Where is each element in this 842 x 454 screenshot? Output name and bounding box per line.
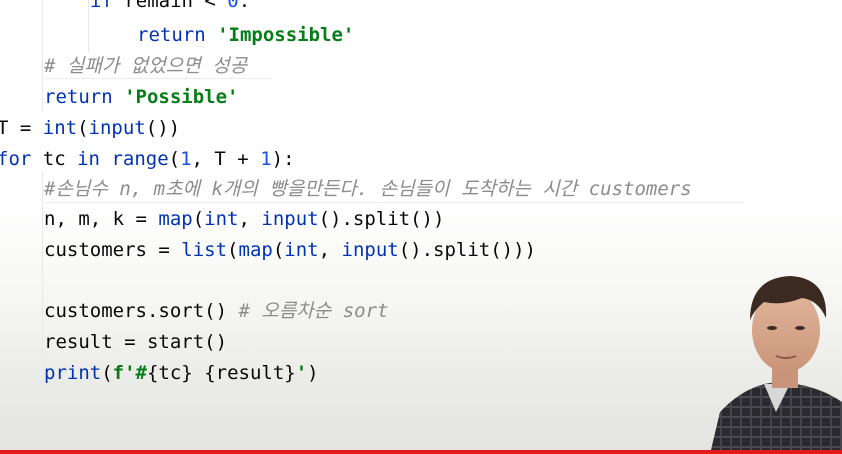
code-token: ().split())): [398, 239, 536, 261]
code-token: ()): [145, 117, 181, 139]
code-token: T =: [0, 117, 43, 139]
code-token: input: [88, 117, 146, 139]
code-line[interactable]: print(f'#{tc} {result}'): [44, 358, 319, 388]
code-token: if: [90, 0, 113, 12]
code-line[interactable]: T = int(input()): [0, 113, 180, 143]
code-line[interactable]: # 실패가 없었으면 성공: [44, 51, 247, 81]
code-token: return: [44, 86, 113, 108]
code-token: input: [261, 208, 319, 230]
code-token: ):: [271, 148, 295, 170]
code-token: (: [101, 362, 113, 384]
video-progress-bar[interactable]: [0, 450, 842, 454]
code-token: result = start(): [44, 331, 228, 353]
code-token: 1: [260, 148, 272, 170]
code-token: for: [0, 148, 32, 170]
code-token: {tc}: [146, 362, 193, 384]
code-token: # 오름차순 sort: [227, 300, 389, 322]
code-token: remain <: [112, 0, 228, 12]
code-token: customers.sort(): [44, 300, 228, 322]
code-token: print: [44, 362, 102, 384]
indent-guide: [42, 172, 43, 392]
code-token: range: [111, 148, 169, 170]
code-token: ,: [238, 208, 262, 230]
code-token: customers =: [44, 239, 182, 261]
code-line[interactable]: return 'Possible': [44, 82, 238, 112]
code-line[interactable]: customers.sort() # 오름차순 sort: [44, 296, 388, 326]
code-token: input: [341, 239, 399, 261]
code-token: #손님수 n, m초에 k개의 빵을만든다. 손님들이 도착하는 시간 cust…: [44, 178, 692, 200]
code-line[interactable]: n, m, k = map(int, input().split()): [44, 204, 444, 234]
code-token: 'Possible': [124, 86, 239, 108]
code-token: (: [168, 148, 181, 170]
code-token: {result}: [204, 362, 296, 384]
code-line[interactable]: if remain < 0:: [90, 0, 250, 16]
indent-guide: [88, 0, 89, 52]
code-token: f'#: [112, 362, 147, 384]
code-token: 0: [227, 0, 239, 12]
code-token: list: [181, 239, 228, 261]
code-line[interactable]: customers = list(map(int, input().split(…: [44, 235, 536, 265]
presenter-video-image: [710, 276, 842, 454]
code-token: int: [42, 117, 78, 139]
code-token: ().split()): [318, 208, 445, 230]
code-token: return: [137, 24, 206, 46]
code-token: , T +: [191, 148, 261, 170]
code-token: 'Impossible': [217, 24, 355, 46]
presenter-video-icon: [706, 262, 842, 454]
code-token: in: [77, 148, 100, 170]
code-token: (: [272, 239, 285, 261]
code-token: int: [284, 239, 319, 261]
code-line[interactable]: for tc in range(1, T + 1):: [0, 144, 295, 174]
code-token: (: [227, 239, 239, 261]
code-token: ): [307, 362, 319, 384]
code-token: ,: [318, 239, 342, 261]
indent-guide: [42, 0, 43, 110]
code-token: :: [238, 0, 251, 12]
code-token: int: [204, 208, 239, 230]
code-token: tc: [31, 148, 78, 170]
code-token: (: [192, 208, 205, 230]
code-token: map: [158, 208, 193, 230]
code-token: # 실패가 없었으면 성공: [44, 55, 248, 77]
code-token: map: [238, 239, 273, 261]
code-token: 1: [180, 148, 192, 170]
code-token: ': [295, 362, 308, 384]
code-token: n, m, k =: [44, 208, 159, 230]
code-line[interactable]: return 'Impossible': [137, 20, 354, 50]
code-line[interactable]: result = start(): [44, 327, 227, 357]
code-line[interactable]: #손님수 n, m초에 k개의 빵을만든다. 손님들이 도착하는 시간 cust…: [44, 174, 692, 204]
code-token: (: [77, 117, 89, 139]
